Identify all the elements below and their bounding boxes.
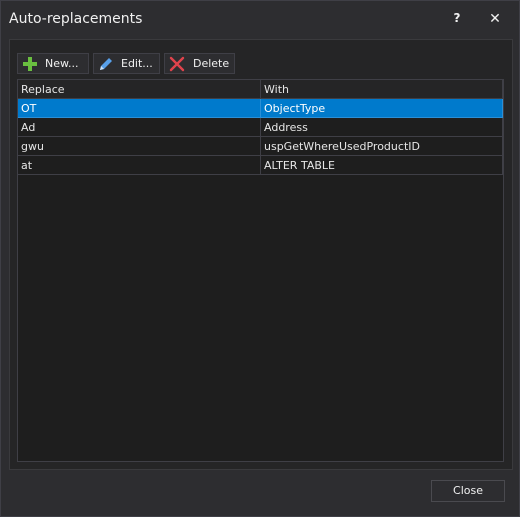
- dialog-title: Auto-replacements: [9, 11, 143, 27]
- column-header-replace[interactable]: Replace: [18, 80, 261, 99]
- close-button[interactable]: Close: [431, 480, 505, 502]
- pencil-icon: [100, 58, 112, 70]
- new-button[interactable]: New...: [17, 53, 89, 74]
- new-button-label: New...: [45, 57, 79, 70]
- table-row[interactable]: gwu uspGetWhereUsedProductID: [18, 137, 503, 156]
- with-cell[interactable]: ObjectType: [261, 99, 503, 118]
- replace-cell[interactable]: gwu: [18, 137, 261, 156]
- content-panel: New... Edit... Delete Replace With OT Ob…: [9, 39, 513, 470]
- table-row[interactable]: Ad Address: [18, 118, 503, 137]
- with-cell[interactable]: Address: [261, 118, 503, 137]
- plus-icon: [23, 57, 37, 71]
- delete-button-label: Delete: [193, 57, 230, 70]
- replacements-grid[interactable]: Replace With OT ObjectType Ad Address gw…: [17, 79, 504, 462]
- with-cell[interactable]: ALTER TABLE: [261, 156, 503, 175]
- grid-header-row: Replace With: [18, 80, 503, 99]
- edit-button-label: Edit...: [121, 57, 153, 70]
- title-bar: Auto-replacements ? ✕: [1, 1, 519, 39]
- edit-button[interactable]: Edit...: [93, 53, 160, 74]
- with-cell[interactable]: uspGetWhereUsedProductID: [261, 137, 503, 156]
- replace-cell[interactable]: at: [18, 156, 261, 175]
- replace-cell[interactable]: Ad: [18, 118, 261, 137]
- help-button[interactable]: ?: [447, 11, 467, 29]
- delete-button[interactable]: Delete: [164, 53, 235, 74]
- table-row[interactable]: OT ObjectType: [18, 99, 503, 118]
- close-window-button[interactable]: ✕: [485, 11, 505, 29]
- replace-cell[interactable]: OT: [18, 99, 261, 118]
- auto-replacements-dialog: Auto-replacements ? ✕ New... Edit... Del…: [0, 0, 520, 517]
- column-header-with[interactable]: With: [261, 80, 503, 99]
- table-row[interactable]: at ALTER TABLE: [18, 156, 503, 175]
- delete-x-icon: [169, 56, 185, 72]
